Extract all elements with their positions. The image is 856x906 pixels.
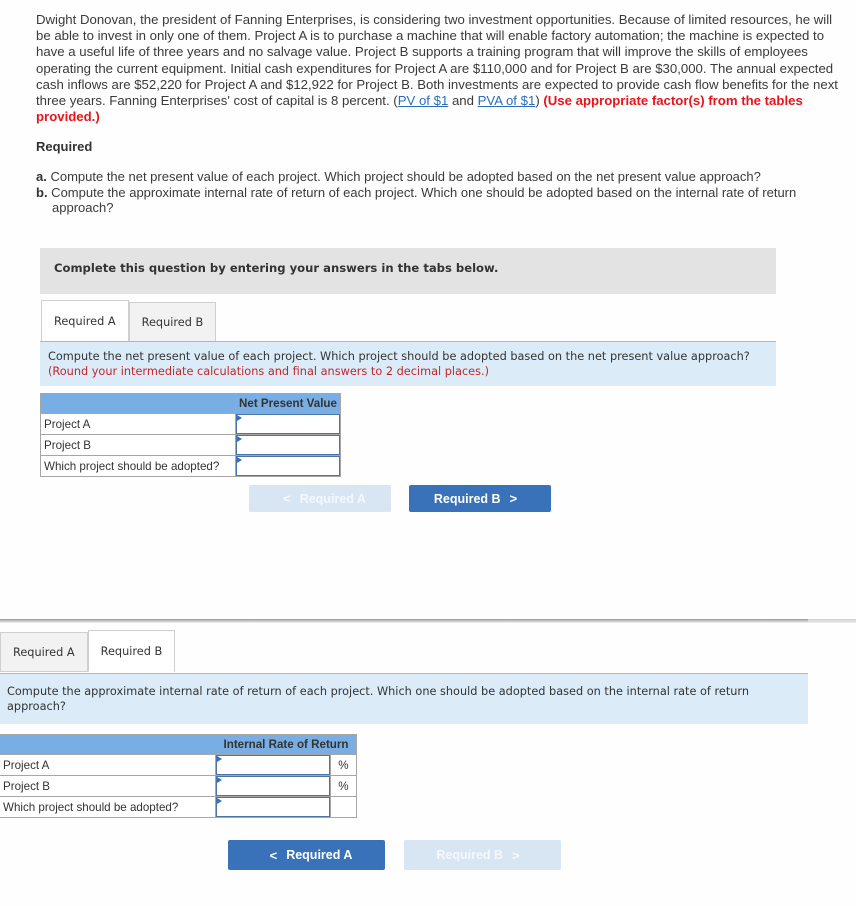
chevron-left-icon: < xyxy=(283,491,291,506)
table-row: Which project should be adopted? xyxy=(40,455,341,477)
npv-table: Net Present Value Project A Project B Wh… xyxy=(40,393,341,477)
table-row: Project A xyxy=(40,413,341,435)
irr-adopted-project-input[interactable] xyxy=(216,797,330,817)
problem-text-and: and xyxy=(448,93,478,109)
panel-b-tabs: Required A Required B xyxy=(0,630,176,672)
irr-project-a-input[interactable] xyxy=(216,755,330,775)
npv-column-header: Net Present Value xyxy=(235,393,341,414)
table-row: Project B % xyxy=(0,775,358,797)
instruction-rounding-note: (Round your intermediate calculations an… xyxy=(48,365,490,378)
irr-project-a-field[interactable] xyxy=(217,756,329,774)
tab-required-b[interactable]: Required B xyxy=(128,302,217,342)
pva-of-1-link[interactable]: PVA of $1 xyxy=(478,93,536,108)
prev-required-a-button[interactable]: < Required A xyxy=(249,485,391,512)
button-label: Required B xyxy=(436,848,504,862)
section-divider xyxy=(0,619,856,623)
required-text: Compute the approximate internal rate of… xyxy=(47,184,797,216)
percent-unit: % xyxy=(329,754,358,776)
required-letter: a. xyxy=(36,169,47,184)
button-label: Required A xyxy=(286,848,353,862)
table-row: Which project should be adopted? xyxy=(0,796,358,818)
required-list: a. Compute the net present value of each… xyxy=(36,169,846,216)
irr-column-header: Internal Rate of Return xyxy=(215,734,357,755)
instruction-text: Compute the net present value of each pr… xyxy=(48,350,750,363)
required-heading: Required xyxy=(36,139,93,154)
row-label: Project A xyxy=(40,413,236,435)
complete-question-banner: Complete this question by entering your … xyxy=(40,248,776,294)
button-label: Required A xyxy=(299,491,366,506)
irr-project-b-field[interactable] xyxy=(217,777,329,795)
button-label: Required B xyxy=(433,491,501,506)
table-row: Project A % xyxy=(0,754,358,776)
table-row: Project B xyxy=(40,434,341,456)
row-label: Project B xyxy=(0,775,216,797)
instruction-text: Compute the approximate internal rate of… xyxy=(7,685,750,713)
irr-project-b-input[interactable] xyxy=(216,776,330,796)
tab-required-a[interactable]: Required A xyxy=(41,300,129,342)
irr-adopted-project-field[interactable] xyxy=(217,798,329,816)
npv-adopted-project-field[interactable] xyxy=(237,457,339,475)
tab-required-a[interactable]: Required A xyxy=(0,632,88,672)
row-label: Project B xyxy=(40,434,236,456)
chevron-right-icon: > xyxy=(512,847,520,863)
npv-adopted-project-input[interactable] xyxy=(236,456,340,476)
next-required-b-button[interactable]: Required B > xyxy=(409,485,551,512)
pv-of-1-link[interactable]: PV of $1 xyxy=(398,93,449,108)
prev-required-a-button[interactable]: < Required A xyxy=(228,840,385,870)
next-required-b-button[interactable]: Required B > xyxy=(404,840,561,870)
unit-blank xyxy=(329,796,358,818)
row-label: Which project should be adopted? xyxy=(40,455,236,477)
required-item-a: a. Compute the net present value of each… xyxy=(36,169,846,185)
panel-a-instruction: Compute the net present value of each pr… xyxy=(40,342,776,386)
tab-required-b[interactable]: Required B xyxy=(87,630,176,672)
row-label: Project A xyxy=(0,754,216,776)
required-text: Compute the net present value of each pr… xyxy=(46,169,761,184)
npv-project-b-input[interactable] xyxy=(236,435,340,455)
row-label: Which project should be adopted? xyxy=(0,796,216,818)
chevron-left-icon: < xyxy=(269,847,278,863)
header-blank xyxy=(0,734,216,755)
irr-table: Internal Rate of Return Project A % Proj… xyxy=(0,734,358,818)
panel-a-tabs: Required A Required B xyxy=(41,300,217,342)
required-item-b: b. Compute the approximate internal rate… xyxy=(36,185,846,216)
npv-project-a-field[interactable] xyxy=(237,415,339,433)
chevron-right-icon: > xyxy=(509,491,518,506)
problem-statement: Dwight Donovan, the president of Fanning… xyxy=(36,12,842,125)
required-letter: b. xyxy=(36,184,48,200)
panel-b-instruction: Compute the approximate internal rate of… xyxy=(0,674,808,724)
npv-project-b-field[interactable] xyxy=(237,436,339,454)
percent-unit: % xyxy=(329,775,358,797)
header-blank xyxy=(40,393,236,414)
npv-project-a-input[interactable] xyxy=(236,414,340,434)
